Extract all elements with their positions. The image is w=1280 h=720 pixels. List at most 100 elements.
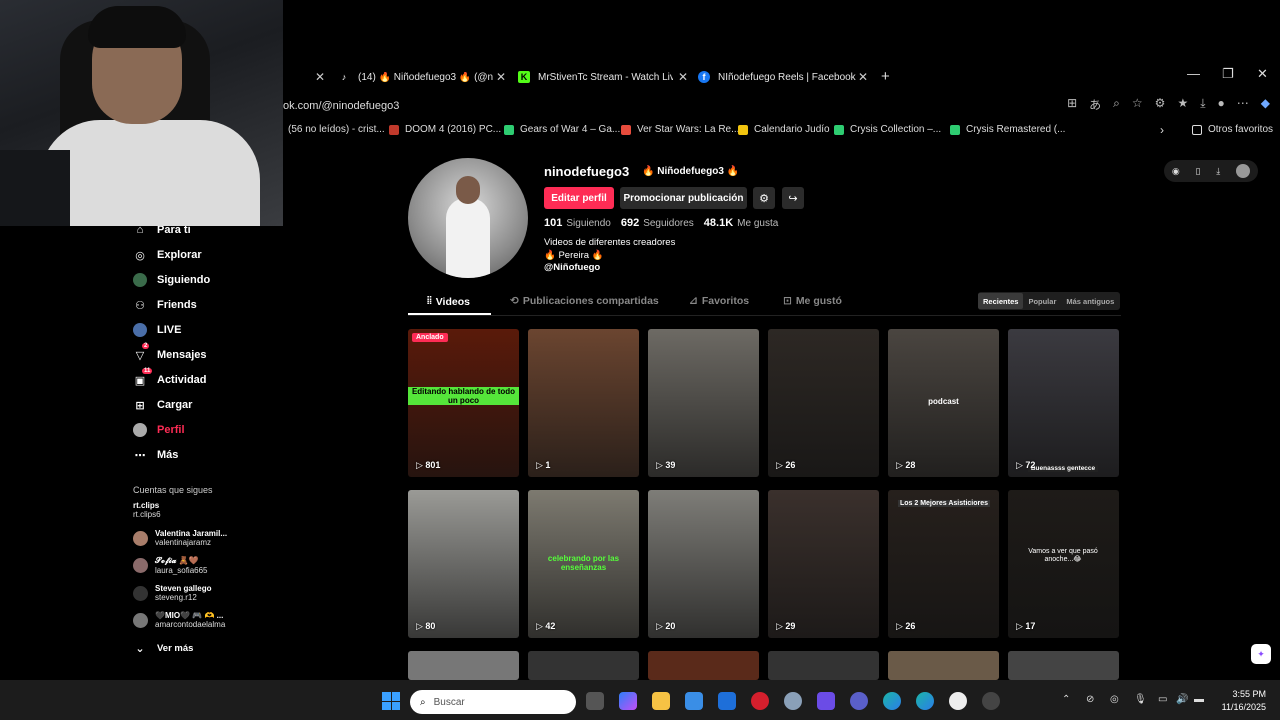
nav-item-actividad[interactable]: ▣ 11 Actividad (133, 368, 207, 389)
chevron-right-icon[interactable]: › (1160, 123, 1164, 137)
stat-followers[interactable]: 692 Seguidores (621, 217, 694, 229)
bookmark[interactable]: Crysis Collection –... (834, 124, 941, 135)
video-tile[interactable]: ▷ 29 (768, 490, 879, 638)
battery-icon[interactable]: ▬ (1194, 694, 1204, 705)
network-off-icon[interactable]: ⊘ (1086, 694, 1094, 705)
see-more-button[interactable]: ⌄ Ver más (133, 639, 193, 657)
menu-icon[interactable]: ⋯ (1237, 96, 1249, 113)
bookmark[interactable]: (56 no leídos) - crist... (288, 124, 385, 135)
video-tile[interactable]: ▷ 80 (408, 490, 519, 638)
other-favorites[interactable]: Otros favoritos (1192, 124, 1273, 135)
video-tile[interactable]: ▷ 20 (648, 490, 759, 638)
close-tab-button-prev[interactable]: ✕ (315, 70, 325, 84)
windows-start-icon[interactable] (382, 692, 400, 710)
zoom-icon[interactable]: ⌕ (1113, 96, 1120, 113)
video-tile[interactable]: Buenassss gentecce ▷ 72 (1008, 329, 1119, 477)
clock[interactable]: 3:55 PM 11/16/2025 (1222, 688, 1266, 714)
close-icon[interactable]: ✕ (678, 70, 688, 84)
video-tile[interactable]: celebrando por las enseñanzas ▷ 42 (528, 490, 639, 638)
store-icon[interactable] (685, 692, 703, 710)
sort-oldest[interactable]: Más antiguos (1061, 293, 1119, 309)
video-tile[interactable]: Los 2 Mejores Asisticiores ▷ 26 (888, 490, 999, 638)
edit-profile-button[interactable]: Editar perfil (544, 187, 614, 209)
device-icon[interactable]: ▯ (1196, 166, 1201, 177)
assistant-icon[interactable]: ✦ (1251, 644, 1271, 664)
download-icon[interactable]: ⤓ (1216, 166, 1220, 177)
nav-item-friends[interactable]: ⚇ Friends (133, 296, 197, 314)
bookmark[interactable]: Calendario Judío (738, 124, 830, 135)
volume-icon[interactable]: 🔊 (1176, 694, 1188, 705)
opera-icon[interactable] (751, 692, 769, 710)
copilot-app-icon[interactable] (619, 692, 637, 710)
sort-recent[interactable]: Recientes (978, 293, 1024, 309)
profile-avatar[interactable] (408, 158, 528, 278)
nav-item-explorar[interactable]: ◎ Explorar (133, 246, 201, 264)
favorites-icon[interactable]: ★ (1177, 96, 1188, 113)
video-tile[interactable]: ▷ 26 (768, 329, 879, 477)
maximize-icon[interactable]: ❐ (1222, 66, 1234, 82)
coin-icon[interactable]: ◉ (1172, 166, 1180, 177)
nav-item-siguiendo[interactable]: Siguiendo (133, 271, 210, 289)
tab-favorites[interactable]: ⊿ Favoritos (689, 295, 749, 307)
following-account[interactable]: 🖤MIO🖤 🎮 🫶 ... amarcontodaelalma (133, 611, 225, 629)
tab-shared[interactable]: ⟲ Publicaciones compartidas (510, 295, 659, 307)
tab-videos[interactable]: ⦙⦙ Videos (427, 295, 470, 308)
messenger-icon[interactable] (850, 692, 868, 710)
video-tile[interactable] (768, 651, 879, 680)
chevron-up-icon[interactable]: ⌃ (1062, 694, 1070, 705)
user-avatar-icon[interactable] (1236, 164, 1251, 178)
nav-item-mensajes[interactable]: ▽ 2 Mensajes (133, 343, 207, 364)
share-icon[interactable]: ↪ (782, 187, 804, 209)
display-icon[interactable]: ▭ (1158, 694, 1167, 705)
extensions-icon[interactable]: ⚙ (1155, 96, 1166, 113)
media-player-icon[interactable] (949, 692, 967, 710)
grid-icon[interactable]: ⊞ (1067, 96, 1077, 113)
video-tile[interactable] (1008, 651, 1119, 680)
bookmark[interactable]: Crysis Remastered (... (950, 124, 1065, 135)
video-tile[interactable]: Anclado Editando hablando de todo un poc… (408, 329, 519, 477)
following-account[interactable]: 𝓢𝓸𝓯𝓲𝓪 🧸🤎 laura_sofia665 (133, 556, 207, 575)
video-tile[interactable]: Vamos a ver que pasó anoche...😂 ▷ 17 (1008, 490, 1119, 638)
obs-icon[interactable] (982, 692, 1000, 710)
clipchamp-icon[interactable] (817, 692, 835, 710)
tab-facebook[interactable]: f NIñodefuego Reels | Facebook ✕ (698, 66, 868, 88)
promote-button[interactable]: Promocionar publicación (620, 187, 747, 209)
nav-item-mas[interactable]: ⋯ Más (133, 446, 179, 464)
account-icon[interactable]: ● (1218, 96, 1225, 113)
nav-item-perfil[interactable]: Perfil (133, 421, 185, 439)
translate-icon[interactable]: あ (1089, 96, 1101, 113)
video-tile[interactable]: ▷ 39 (648, 329, 759, 477)
stat-following[interactable]: 101 Siguiendo (544, 217, 611, 229)
new-tab-button[interactable]: + (881, 68, 890, 85)
window-close-icon[interactable]: ✕ (1257, 66, 1268, 82)
bookmark[interactable]: Gears of War 4 – Ga... (504, 124, 620, 135)
outlook-icon[interactable] (718, 692, 736, 710)
following-account[interactable]: Valentina Jaramil... valentinajaramz (133, 529, 227, 547)
video-tile[interactable] (888, 651, 999, 680)
bookmark[interactable]: Ver Star Wars: La Re... (621, 124, 739, 135)
download-icon[interactable]: ⤓ (1200, 96, 1205, 113)
close-icon[interactable]: ✕ (858, 70, 868, 84)
bookmark[interactable]: DOOM 4 (2016) PC... (389, 124, 501, 135)
following-account[interactable]: Steven gallego steveng.r12 (133, 584, 211, 602)
sync-icon[interactable]: ◎ (1110, 694, 1119, 705)
following-account[interactable]: rt.clips rt.clips6 (133, 501, 161, 519)
nav-item-live[interactable]: LIVE (133, 321, 181, 339)
video-tile[interactable] (408, 651, 519, 680)
close-icon[interactable]: ✕ (496, 70, 506, 84)
nav-item-cargar[interactable]: ⊞ Cargar (133, 396, 192, 414)
edge-dev-icon[interactable] (916, 692, 934, 710)
edge-icon[interactable] (883, 692, 901, 710)
star-icon[interactable]: ☆ (1132, 96, 1143, 113)
video-tile[interactable] (528, 651, 639, 680)
settings-gear-icon[interactable]: ⚙ (753, 187, 775, 209)
tab-kick[interactable]: K MrStivenTc Stream - Watch Live o ✕ (518, 66, 688, 88)
taskbar-search[interactable]: ⌕ Buscar (410, 690, 576, 714)
sort-popular[interactable]: Popular (1023, 293, 1061, 309)
taskview-icon[interactable] (586, 692, 604, 710)
tab-tiktok[interactable]: ♪ (14) 🔥 Niñodefuego3 🔥 (@ninod ✕ (338, 66, 506, 88)
video-tile[interactable] (648, 651, 759, 680)
copilot-icon[interactable]: ◆ (1261, 96, 1270, 113)
minimize-icon[interactable]: — (1187, 66, 1200, 81)
file-explorer-icon[interactable] (652, 692, 670, 710)
